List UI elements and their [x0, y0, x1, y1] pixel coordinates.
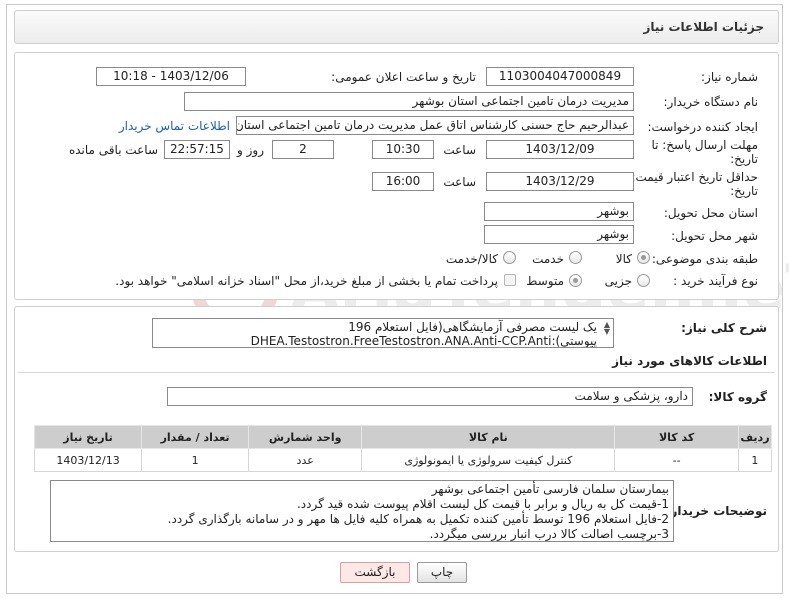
description-textarea[interactable]: یک لیست مصرفی آزمایشگاهی(فایل استعلام 19…: [152, 318, 614, 348]
announce-field: 1403/12/06 - 10:18: [96, 67, 246, 86]
back-button[interactable]: بازگشت: [340, 562, 410, 583]
buyer-contact-link[interactable]: اطلاعات تماس خریدار: [119, 119, 230, 133]
province-label: استان محل تحویل:: [663, 206, 758, 220]
city-field: بوشهر: [484, 225, 634, 244]
buyer-org-label: نام دستگاه خریدار:: [663, 95, 759, 109]
buyer-notes-line: بیمارستان سلمان فارسی تأمین اجتماعی بوشه…: [431, 482, 669, 496]
process-label: نوع فرآیند خرید :: [673, 274, 758, 288]
buyer-notes-line: 3-برچسب اصالت کالا درب انبار بررسی میگرد…: [429, 527, 669, 541]
description-text: یک لیست مصرفی آزمایشگاهی(فایل استعلام 19…: [250, 320, 597, 348]
days-field: 2: [272, 140, 334, 159]
need-number-field: 1103004047000849: [486, 67, 634, 86]
print-button[interactable]: چاپ: [417, 562, 467, 583]
creator-label: ایجاد کننده درخواست:: [647, 120, 758, 134]
validity-label-date: تاریخ:: [730, 184, 758, 198]
process-minor-radio[interactable]: [637, 274, 650, 287]
deadline-date-field: 1403/12/09: [486, 140, 634, 159]
cell-goods-name: کنترل کیفیت سرولوژی یا ایمونولوژی: [361, 448, 616, 472]
category-both-radio[interactable]: [503, 251, 516, 264]
deadline-label-date: تاریخ:: [730, 152, 758, 166]
treasury-payment-checkbox[interactable]: [504, 274, 516, 286]
days-label: روز و: [237, 143, 264, 157]
col-row-number: ردیف: [737, 425, 773, 449]
buyer-org-field: مدیریت درمان تامین اجتماعی استان بوشهر: [184, 92, 634, 111]
deadline-time-label: ساعت: [443, 143, 476, 157]
remaining-label: ساعت باقی مانده: [68, 143, 158, 157]
category-service-label: خدمت: [532, 252, 564, 266]
buyer-notes-label: توضیحات خریدار:: [665, 504, 767, 518]
buyer-notes-box: بیمارستان سلمان فارسی تأمین اجتماعی بوشه…: [50, 480, 674, 542]
process-medium-label: متوسط: [526, 274, 564, 288]
city-label: شهر محل تحویل:: [671, 229, 758, 243]
goods-group-label: گروه کالا:: [708, 390, 767, 404]
process-medium-radio[interactable]: [569, 274, 582, 287]
validity-time-label: ساعت: [443, 175, 476, 189]
col-goods-code: کد کالا: [614, 425, 739, 449]
col-quantity: تعداد / مقدار: [141, 425, 250, 449]
creator-field: عبدالرحیم حاج حسنی کارشناس اتاق عمل مدیر…: [236, 116, 634, 135]
category-both-label: کالا/خدمت: [445, 252, 498, 266]
goods-table: ردیف کد کالا نام کالا واحد شمارش تعداد /…: [33, 425, 773, 472]
category-service-radio[interactable]: [569, 251, 582, 264]
table-row: 1 -- کنترل کیفیت سرولوژی یا ایمونولوژی ع…: [33, 448, 773, 472]
process-minor-label: جزیی: [604, 274, 632, 288]
cell-row-number: 1: [737, 448, 773, 472]
need-number-label: شماره نیاز:: [701, 70, 758, 84]
category-goods-label: کالا: [615, 252, 632, 266]
category-goods-radio[interactable]: [637, 251, 650, 264]
buyer-notes-line: 1-قیمت کل به ریال و برابر با قیمت کل لیس…: [296, 497, 669, 511]
cell-need-date: 1403/12/13: [33, 448, 143, 472]
col-goods-name: نام کالا: [361, 425, 616, 449]
page-header: جزئیات اطلاعات نیاز: [14, 10, 779, 44]
validity-date-field: 1403/12/29: [486, 172, 634, 191]
cell-goods-code: --: [614, 448, 739, 472]
cell-unit: عدد: [248, 448, 363, 472]
treasury-payment-note: پرداخت تمام یا بخشی از مبلغ خرید،از محل …: [115, 274, 498, 288]
section-divider: [18, 372, 775, 373]
scroll-arrows-icon[interactable]: ▲ ▼: [604, 321, 610, 336]
validity-label: حداقل تاریخ اعتبار قیمت: تا: [620, 170, 758, 184]
col-unit: واحد شمارش: [248, 425, 363, 449]
deadline-label: مهلت ارسال پاسخ: تا: [651, 138, 758, 152]
deadline-time-field: 10:30: [372, 140, 434, 159]
province-field: بوشهر: [484, 202, 634, 221]
col-need-date: تاریخ نیاز: [33, 425, 143, 449]
validity-time-field: 16:00: [372, 172, 434, 191]
table-header-row: ردیف کد کالا نام کالا واحد شمارش تعداد /…: [33, 425, 773, 449]
need-info-panel: شماره نیاز: 1103004047000849 تاریخ و ساع…: [14, 52, 779, 300]
goods-section-title: اطلاعات کالاهای مورد نیاز: [612, 354, 767, 368]
goods-group-field: دارو، پزشکی و سلامت: [167, 387, 693, 406]
buyer-notes-line: 2-فایل استعلام 196 توسط تأمین کننده تکمی…: [167, 512, 669, 526]
announce-label: تاریخ و ساعت اعلان عمومی:: [331, 70, 476, 84]
category-label: طبقه بندی موضوعی:: [651, 252, 758, 266]
page-title: جزئیات اطلاعات نیاز: [643, 20, 764, 34]
description-label: شرح کلی نیاز:: [681, 321, 767, 335]
remaining-time-field: 22:57:15: [164, 140, 230, 159]
cell-quantity: 1: [141, 448, 250, 472]
